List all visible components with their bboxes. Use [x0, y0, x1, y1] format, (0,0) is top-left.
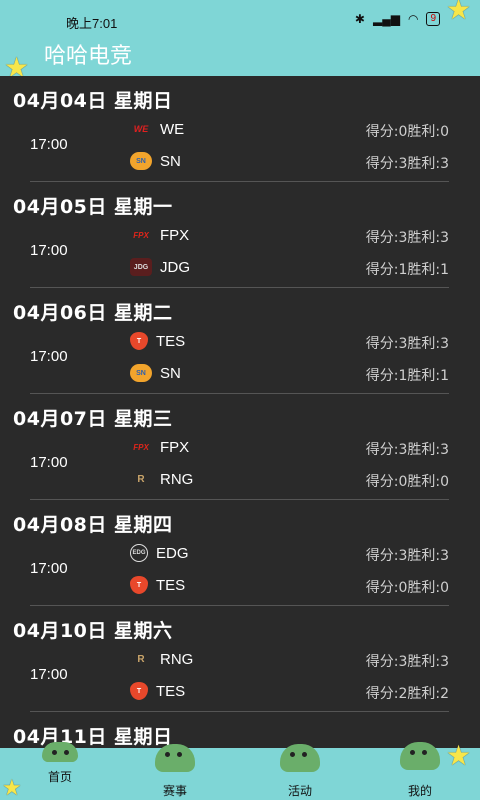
team-name: RNG: [160, 650, 194, 668]
team-score: 得分:3胜利:3: [365, 336, 449, 352]
team-score: 得分:1胜利:1: [365, 368, 449, 384]
match-time: 17:00: [30, 666, 68, 683]
team-logo-icon: JDG: [130, 258, 152, 276]
tab-activity[interactable]: 活动: [240, 744, 360, 800]
schedule-list[interactable]: 04月04日 星期日 17:00 WE WE 得分:0胜利:0 SN SN 得分…: [0, 76, 480, 748]
match-time: 17:00: [30, 454, 68, 471]
tab-label: 赛事: [162, 784, 187, 798]
team-row[interactable]: SN SN: [130, 150, 181, 172]
team-row[interactable]: WE WE: [130, 118, 184, 140]
match-time: 17:00: [30, 560, 68, 577]
match-date: 04月10日 星期六: [13, 620, 173, 642]
team-row[interactable]: T TES: [130, 574, 185, 596]
team-row[interactable]: JDG JDG: [130, 256, 190, 278]
match-date: 04月07日 星期三: [13, 408, 173, 430]
match-date: 04月08日 星期四: [13, 514, 173, 536]
team-logo-icon: EDG: [130, 544, 148, 562]
battery-icon: 9: [426, 12, 440, 26]
match-time: 17:00: [30, 136, 68, 153]
signal-icon: ▂▄▆: [372, 12, 400, 26]
team-name: TES: [156, 332, 186, 350]
team-logo-icon: R: [137, 473, 145, 485]
team-logo-icon: FPX: [133, 442, 149, 452]
status-time: 晚上7:01: [66, 16, 118, 31]
bluetooth-icon: ✱: [354, 12, 365, 26]
team-name: EDG: [156, 544, 189, 562]
match-date: 04月05日 星期一: [13, 196, 173, 218]
match-day[interactable]: 04月07日 星期三 17:00 FPX FPX 得分:3胜利:3 R RNG …: [0, 394, 480, 500]
star-decoration-icon: ★: [446, 740, 472, 771]
dino-match-icon: [155, 744, 195, 772]
team-name: FPX: [160, 438, 190, 456]
team-logo-icon: WE: [133, 124, 149, 134]
tab-matches[interactable]: 赛事: [115, 744, 235, 800]
dino-home-icon: [42, 742, 78, 762]
team-name: SN: [160, 152, 181, 170]
team-name: RNG: [160, 470, 194, 488]
team-score: 得分:3胜利:3: [365, 548, 449, 564]
match-day[interactable]: 04月05日 星期一 17:00 FPX FPX 得分:3胜利:3 JDG JD…: [0, 182, 480, 288]
star-decoration-icon: ★: [446, 0, 472, 25]
app-header: 哈哈电竞: [0, 38, 480, 76]
match-time: 17:00: [30, 242, 68, 259]
team-row[interactable]: FPX FPX: [130, 224, 189, 246]
team-logo-icon: FPX: [133, 230, 149, 240]
team-name: WE: [160, 120, 185, 138]
team-score: 得分:1胜利:1: [365, 262, 449, 278]
team-score: 得分:3胜利:3: [365, 230, 449, 246]
match-day[interactable]: 04月11日 星期日: [0, 712, 480, 748]
match-day[interactable]: 04月10日 星期六 17:00 R RNG 得分:3胜利:3 T TES 得分…: [0, 606, 480, 712]
team-row[interactable]: T TES: [130, 330, 185, 352]
tab-label: 我的: [407, 784, 432, 798]
match-date: 04月04日 星期日: [13, 90, 173, 112]
match-time: 17:00: [30, 348, 68, 365]
status-bar: 晚上7:01 ✱ ▂▄▆ ◠ 9: [0, 0, 480, 38]
team-score: 得分:0胜利:0: [365, 474, 449, 490]
team-name: FPX: [160, 226, 190, 244]
team-logo-icon: T: [130, 576, 148, 594]
team-score: 得分:3胜利:3: [365, 654, 449, 670]
match-date: 04月06日 星期二: [13, 302, 173, 324]
team-row[interactable]: T TES: [130, 680, 185, 702]
team-score: 得分:2胜利:2: [365, 686, 449, 702]
team-score: 得分:3胜利:3: [365, 442, 449, 458]
team-name: TES: [156, 682, 186, 700]
status-icons: ✱ ▂▄▆ ◠ 9: [355, 12, 440, 26]
dino-activity-icon: [280, 744, 320, 772]
match-day[interactable]: 04月06日 星期二 17:00 T TES 得分:3胜利:3 SN SN 得分…: [0, 288, 480, 394]
team-logo-icon: SN: [130, 152, 152, 170]
team-score: 得分:3胜利:3: [365, 156, 449, 172]
match-date: 04月11日 星期日: [13, 726, 173, 748]
bottom-tab-bar: 首页 赛事 活动 我的: [0, 742, 480, 800]
star-decoration-icon: ★: [2, 775, 22, 800]
match-day[interactable]: 04月04日 星期日 17:00 WE WE 得分:0胜利:0 SN SN 得分…: [0, 76, 480, 182]
team-row[interactable]: R RNG: [130, 468, 193, 490]
app-title: 哈哈电竞: [44, 44, 133, 69]
team-row[interactable]: SN SN: [130, 362, 181, 384]
wifi-icon: ◠: [407, 12, 419, 26]
team-row[interactable]: EDG EDG: [130, 542, 189, 564]
team-score: 得分:0胜利:0: [365, 124, 449, 140]
team-logo-icon: SN: [130, 364, 152, 382]
team-score: 得分:0胜利:0: [365, 580, 449, 596]
dino-profile-icon: [400, 742, 440, 770]
team-name: SN: [160, 364, 181, 382]
team-name: JDG: [160, 258, 190, 276]
team-row[interactable]: R RNG: [130, 648, 193, 670]
team-logo-icon: R: [137, 653, 145, 665]
team-logo-icon: T: [130, 332, 148, 350]
tab-label: 活动: [287, 784, 312, 798]
team-row[interactable]: FPX FPX: [130, 436, 189, 458]
team-name: TES: [156, 576, 186, 594]
match-day[interactable]: 04月08日 星期四 17:00 EDG EDG 得分:3胜利:3 T TES …: [0, 500, 480, 606]
team-logo-icon: T: [130, 682, 148, 700]
